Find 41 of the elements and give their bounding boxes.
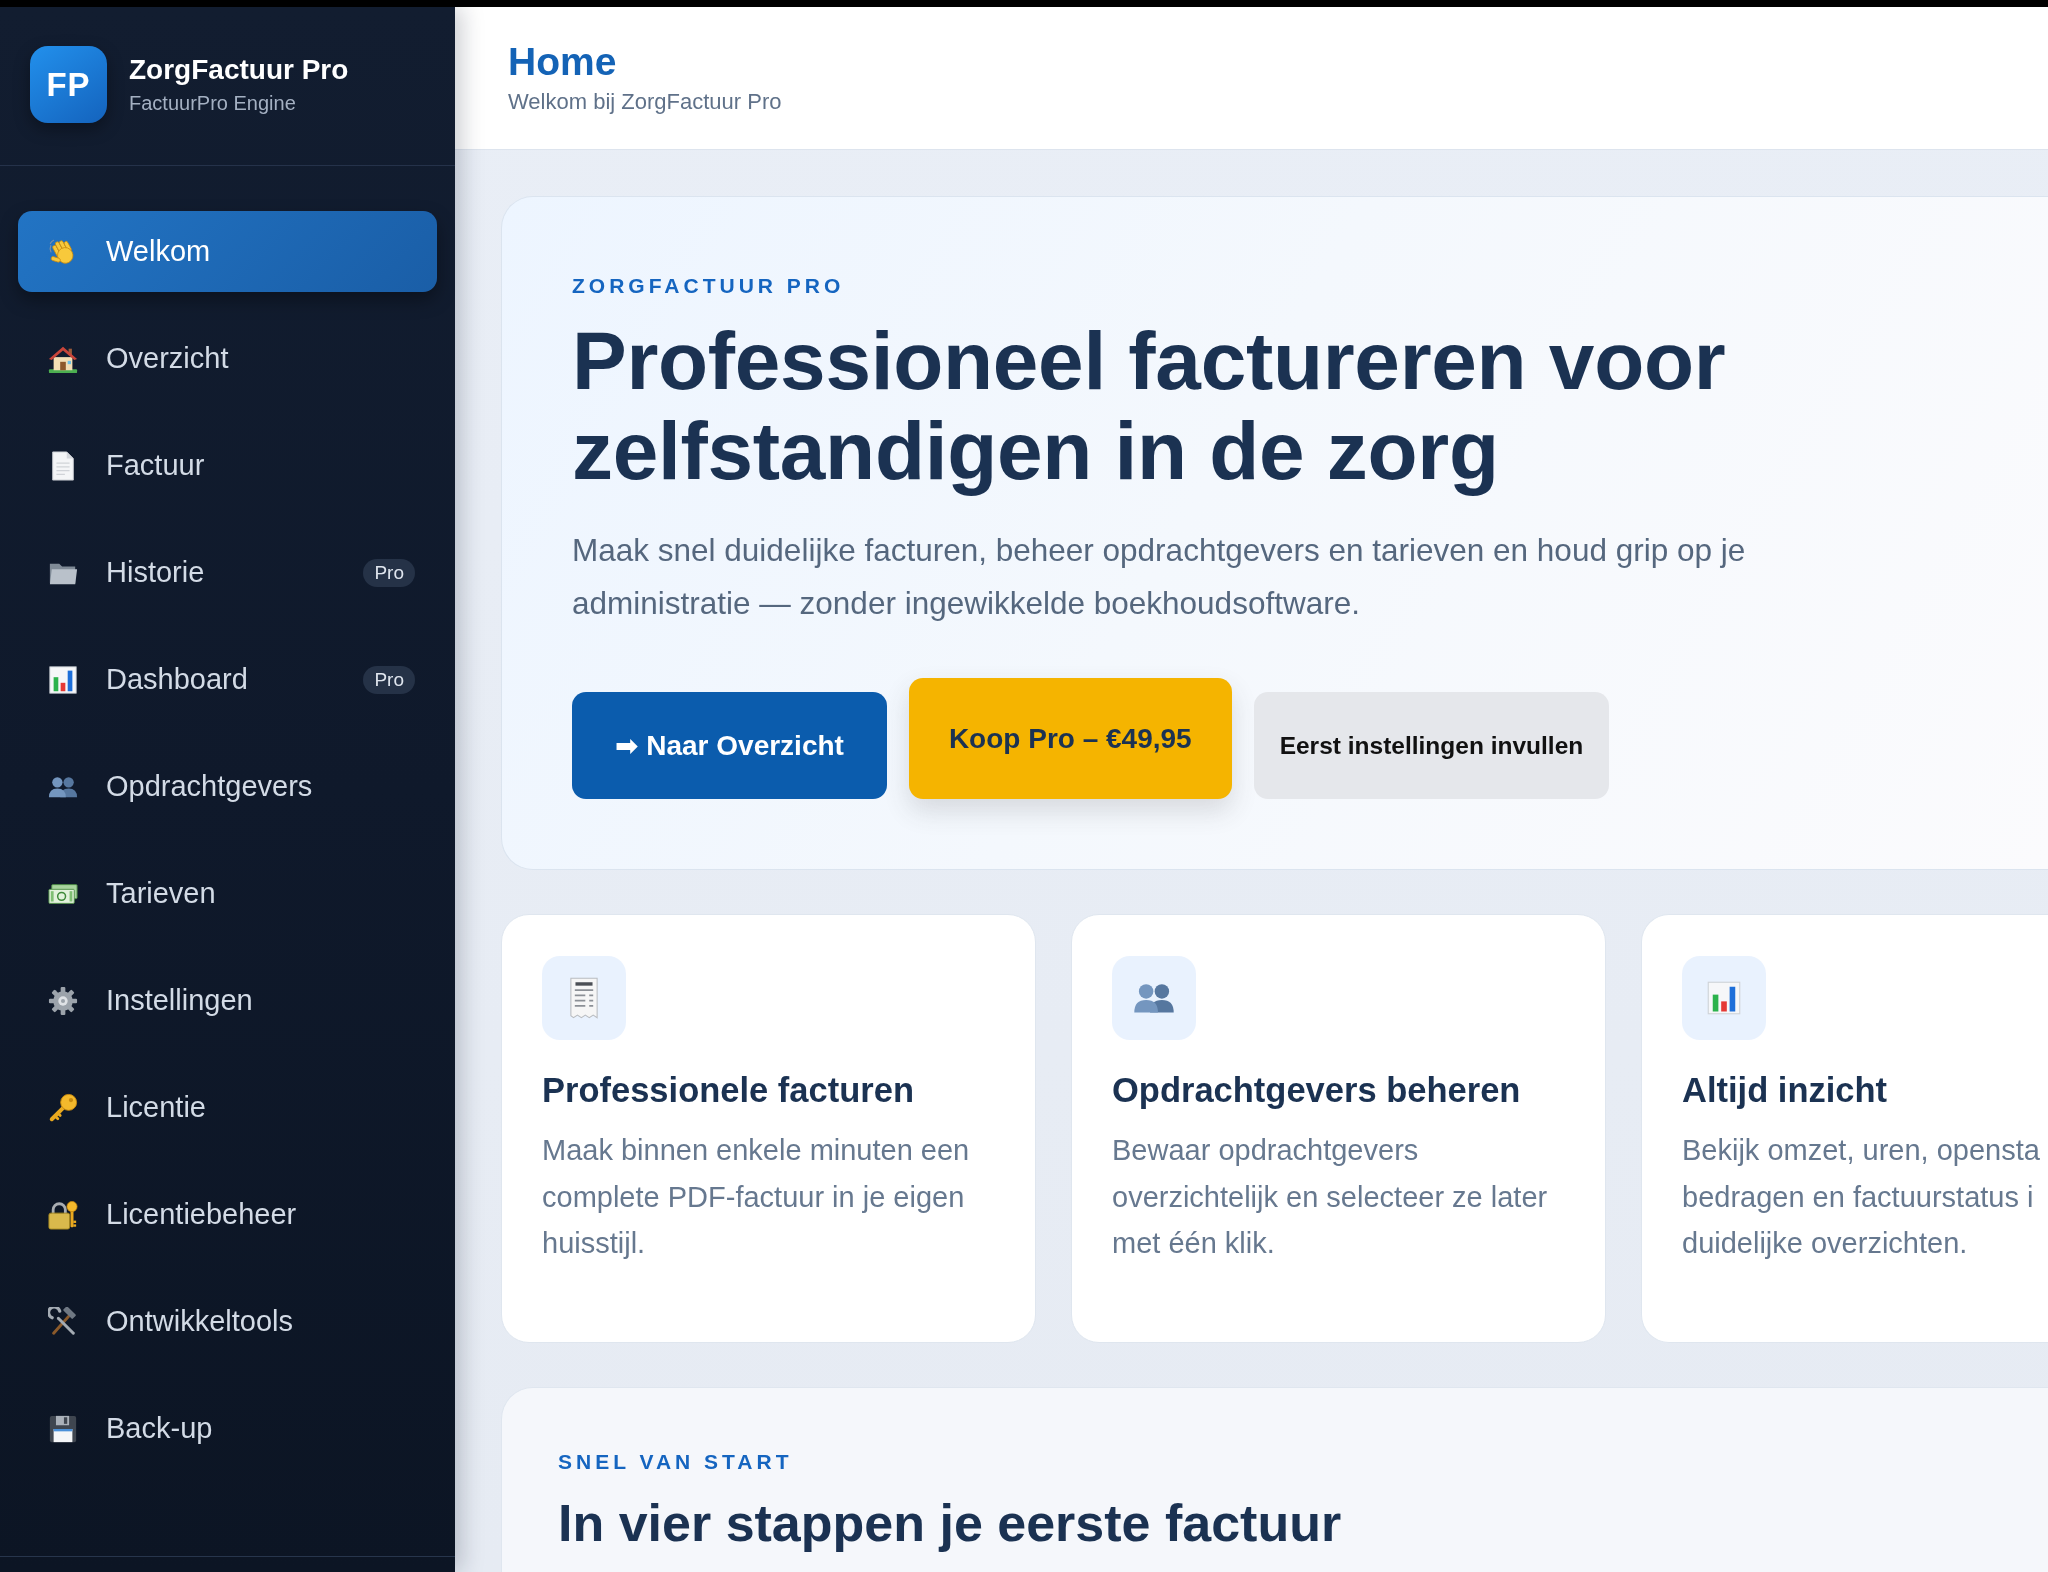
feature-title: Opdrachtgevers beheren	[1112, 1070, 1522, 1111]
key-icon	[48, 1092, 78, 1123]
nav-item[interactable]: Welkom	[18, 211, 437, 292]
plan-badge: Pro	[363, 665, 415, 694]
app-name: ZorgFactuur Pro	[129, 53, 349, 87]
nav-item[interactable]: Back-up	[18, 1388, 437, 1469]
section-eyebrow: SNEL VAN START	[558, 1448, 794, 1475]
nav-item[interactable]: Instellingen	[18, 960, 437, 1041]
app-logo: FP	[30, 46, 107, 123]
nav-item[interactable]: Opdrachtgevers	[18, 746, 437, 827]
hammer-wrench-icon	[48, 1306, 78, 1337]
feature-description: Bewaar opdrachtgevers overzichtelijk en selecteer ze later met één klik.	[1112, 1133, 1549, 1261]
nav-item[interactable]: Ontwikkeltools	[18, 1281, 437, 1362]
nav-item[interactable]: Historie Pro	[18, 532, 437, 613]
bar-chart-icon	[48, 664, 78, 695]
nav-item[interactable]: Dashboard Pro	[18, 639, 437, 720]
nav-item[interactable]: Factuur	[18, 425, 437, 506]
buy-pro-button[interactable]: Koop Pro – €49,95	[908, 678, 1232, 799]
hero-heading: Professioneel factureren voor zelfstandigen in de zorg	[572, 316, 1727, 496]
feature-title: Altijd inzicht	[1682, 1070, 1889, 1111]
feature-description: Bekijk omzet, uren, opensta bedragen en factuurstatus i duidelijke overzichten.	[1682, 1133, 2041, 1261]
hero-eyebrow: ZORGFACTUUR PRO	[572, 273, 846, 299]
feature-description: Maak binnen enkele minuten een complete PDF-factuur in je eigen huisstijl.	[542, 1133, 971, 1261]
feature-title: Professionele facturen	[542, 1070, 915, 1111]
page-title: Home	[508, 39, 618, 84]
receipt-icon	[542, 956, 626, 1040]
settings-button[interactable]: Eerst instellingen invullen	[1253, 692, 1610, 799]
nav-item[interactable]: Tarieven	[18, 853, 437, 934]
section-heading: In vier stappen je eerste factuur	[558, 1492, 1343, 1554]
settings-icon	[48, 985, 78, 1016]
plan-badge: Pro	[363, 558, 415, 587]
people-icon	[1112, 956, 1196, 1040]
padlock-key-icon	[48, 1199, 78, 1230]
hero-description: Maak snel duidelijke facturen, beheer opdrachtgevers en tarieven en houd grip op je administratie — zonder ingewikkelde boekhoudsoftware.	[572, 531, 1747, 623]
overview-button[interactable]: ➡ Naar Overzicht	[572, 692, 887, 799]
nav-item[interactable]: Overzicht	[18, 318, 437, 399]
app-tagline: FactuurPro Engine	[129, 91, 297, 116]
nav-item[interactable]: Licentiebeheer	[18, 1174, 437, 1255]
page-subtitle: Welkom bij ZorgFactuur Pro	[508, 88, 783, 116]
nav-item[interactable]: Licentie	[18, 1067, 437, 1148]
bar-chart-icon	[1682, 956, 1766, 1040]
